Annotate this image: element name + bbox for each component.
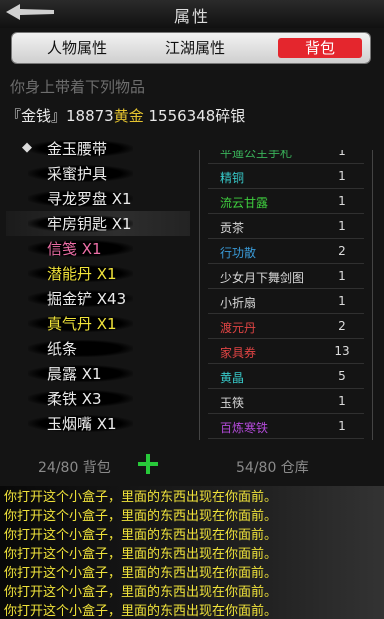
- list-item[interactable]: 牢房钥匙 X1: [6, 211, 190, 236]
- table-row[interactable]: 精铜 1: [200, 164, 372, 189]
- item-quantity: 1: [338, 150, 346, 158]
- item-name: 潜能丹 X1: [47, 265, 117, 283]
- item-name: 百炼寒铁: [220, 421, 269, 435]
- list-item[interactable]: 玉烟嘴 X1: [0, 411, 196, 436]
- item-name: 真气丹 X1: [47, 315, 117, 333]
- item-quantity: 2: [338, 244, 346, 258]
- bag-count: 24/80 背包: [38, 460, 111, 476]
- item-detail-list: 平遥公主手札 1 精铜 1 流云甘露 1 贡茶 1 行功散 2 少女月下舞剑图 1 小折扇 1 渡元丹 2 家具…: [199, 150, 373, 440]
- list-item[interactable]: 晨露 X1: [0, 361, 196, 386]
- table-row[interactable]: 平遥公主手札 1: [200, 150, 372, 164]
- message-log: 你打开这个小盒子，里面的东西出现在你面前。 你打开这个小盒子，里面的东西出现在你面…: [0, 486, 384, 619]
- item-quantity: 5: [338, 369, 346, 383]
- item-quantity: 1: [338, 269, 346, 283]
- item-name: 行功散: [220, 246, 257, 260]
- item-name: 小折扇: [220, 296, 257, 310]
- log-line: 你打开这个小盒子，里面的东西出现在你面前。: [4, 604, 278, 619]
- table-row[interactable]: 玉筷 1: [200, 389, 372, 414]
- item-quantity: 1: [338, 219, 346, 233]
- item-name: 渡元丹: [220, 321, 257, 335]
- row-divider: [208, 438, 364, 439]
- inventory-subtitle: 你身上带着下列物品: [10, 78, 146, 96]
- table-row[interactable]: 家具券 13: [200, 339, 372, 364]
- item-name: 玉烟嘴 X1: [47, 415, 117, 433]
- warehouse-count: 54/80 仓库: [236, 460, 309, 476]
- item-name: 流云甘露: [220, 196, 269, 210]
- top-bar: 属性: [0, 0, 384, 28]
- item-quantity: 13: [334, 344, 350, 358]
- item-name: 晨露 X1: [47, 365, 102, 383]
- list-item[interactable]: 采蜜护具: [0, 161, 196, 186]
- item-name: 采蜜护具: [47, 165, 108, 183]
- list-item[interactable]: 纸条: [0, 336, 196, 361]
- item-quantity: 1: [338, 194, 346, 208]
- log-line: 你打开这个小盒子，里面的东西出现在你面前。: [4, 490, 278, 505]
- item-quantity: 1: [338, 394, 346, 408]
- item-name: 精铜: [220, 171, 245, 185]
- log-line: 你打开这个小盒子，里面的东西出现在你面前。: [4, 585, 278, 600]
- list-item[interactable]: 真气丹 X1: [0, 311, 196, 336]
- table-row[interactable]: 少女月下舞剑图 1: [200, 264, 372, 289]
- table-row[interactable]: 贡茶 1: [200, 214, 372, 239]
- list-item[interactable]: ◆ 金玉腰带: [0, 136, 196, 161]
- item-quantity: 1: [338, 169, 346, 183]
- item-name: 寻龙罗盘 X1: [47, 190, 132, 208]
- log-line: 你打开这个小盒子，里面的东西出现在你面前。: [4, 509, 278, 524]
- item-name: 家具券: [220, 346, 257, 360]
- log-line: 你打开这个小盒子，里面的东西出现在你面前。: [4, 547, 278, 562]
- table-row[interactable]: 小折扇 1: [200, 289, 372, 314]
- item-name: 玉筷: [220, 396, 245, 410]
- item-name: 掘金铲 X43: [47, 290, 127, 308]
- item-name: 黄晶: [220, 371, 245, 385]
- storage-counters: 24/80 背包 54/80 仓库: [0, 448, 384, 484]
- table-row[interactable]: 渡元丹 2: [200, 314, 372, 339]
- item-name: 少女月下舞剑图: [220, 271, 305, 285]
- tab-character-attributes[interactable]: 人物属性: [22, 33, 132, 63]
- item-quantity: 1: [338, 419, 346, 433]
- list-item[interactable]: 柔铁 X3: [0, 386, 196, 411]
- item-name: 平遥公主手札: [220, 150, 293, 160]
- page-title: 属性: [173, 7, 210, 26]
- table-row[interactable]: 百炼寒铁 1: [200, 414, 372, 439]
- item-name: 信笺 X1: [47, 240, 102, 258]
- tab-backpack[interactable]: 背包: [278, 38, 362, 58]
- backpack-item-list: ◆ 金玉腰带采蜜护具寻龙罗盘 X1 牢房钥匙 X1 信笺 X1 潜能丹 X1 掘金铲 X4…: [0, 123, 196, 443]
- list-item[interactable]: 寻龙罗盘 X1: [0, 186, 196, 211]
- list-item[interactable]: 潜能丹 X1: [0, 261, 196, 286]
- table-row[interactable]: 行功散 2: [200, 239, 372, 264]
- item-name: 柔铁 X3: [47, 390, 102, 408]
- log-line: 你打开这个小盒子，里面的东西出现在你面前。: [4, 566, 278, 581]
- tab-bar: 人物属性 江湖属性 背包: [12, 33, 370, 63]
- item-name: 金玉腰带: [47, 140, 108, 158]
- item-name: 纸条: [47, 340, 78, 358]
- list-item[interactable]: 信笺 X1: [0, 236, 196, 261]
- plus-icon[interactable]: [138, 454, 158, 474]
- item-name: 贡茶: [220, 221, 245, 235]
- ink-brush-bg: [28, 340, 133, 357]
- log-line: 你打开这个小盒子，里面的东西出现在你面前。: [4, 528, 278, 543]
- table-row[interactable]: 流云甘露 1: [200, 189, 372, 214]
- item-quantity: 2: [338, 319, 346, 333]
- diamond-icon: ◆: [22, 140, 32, 155]
- table-row[interactable]: 黄晶 5: [200, 364, 372, 389]
- tab-jianghu-attributes[interactable]: 江湖属性: [140, 33, 250, 63]
- item-name: 牢房钥匙 X1: [47, 215, 132, 233]
- list-item[interactable]: 掘金铲 X43: [0, 286, 196, 311]
- item-quantity: 1: [338, 294, 346, 308]
